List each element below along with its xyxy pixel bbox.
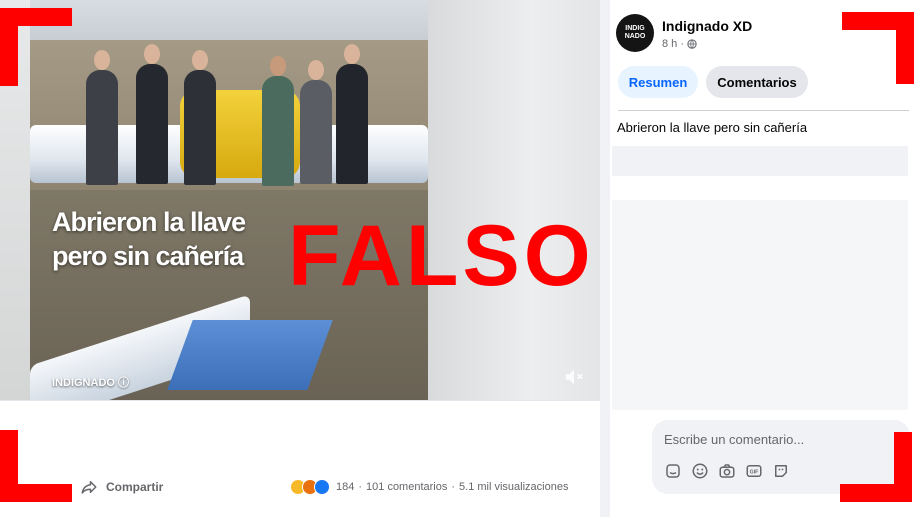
video-person — [300, 60, 332, 184]
video-stage — [167, 320, 333, 390]
share-button[interactable]: Compartir — [80, 476, 163, 498]
share-label: Compartir — [106, 480, 164, 494]
video-person — [336, 44, 368, 184]
comment-input[interactable]: Escribe un comentario... — [664, 432, 804, 447]
video-caption-line2: pero sin cañería — [52, 241, 244, 271]
camera-icon[interactable] — [718, 462, 736, 480]
stats-separator: · — [451, 481, 456, 493]
post-text: Abrieron la llave pero sin cañería — [617, 120, 808, 135]
avatar-text: INDIG NADO — [624, 25, 646, 40]
video-caption: Abrieron la llave pero sin cañería — [52, 205, 246, 273]
video-caption-line1: Abrieron la llave — [52, 207, 246, 237]
video-person — [262, 56, 294, 186]
post-footer-bar — [0, 400, 600, 517]
tab-resumen[interactable]: Resumen — [618, 66, 698, 98]
post-stats: 184 · 101 comentarios · 5.1 mil visualiz… — [290, 478, 568, 496]
video-person — [136, 44, 168, 184]
globe-icon — [687, 39, 697, 49]
screenshot-root: Abrieron la llave pero sin cañería INDIG… — [0, 0, 919, 517]
post-time-text[interactable]: 8 h · — [662, 38, 684, 50]
media-blur-right — [428, 0, 600, 400]
avatar-sticker-icon[interactable] — [772, 462, 790, 480]
post-timestamp: 8 h · — [662, 38, 697, 50]
page-name[interactable]: Indignado XD — [662, 18, 752, 34]
tab-comentarios[interactable]: Comentarios — [706, 66, 808, 98]
video-person — [86, 50, 118, 185]
comment-toolbar: GIF — [664, 462, 790, 480]
stats-separator: · — [358, 481, 363, 493]
corner-bracket-top-right — [842, 12, 914, 84]
gif-icon[interactable]: GIF — [745, 462, 763, 480]
content-placeholder — [612, 146, 908, 176]
corner-bracket-top-left — [0, 8, 72, 86]
like-reaction-icon — [314, 479, 330, 495]
view-count: 5.1 mil visualizaciones — [459, 481, 569, 493]
falso-verdict-label: FALSO — [288, 208, 595, 304]
reaction-count[interactable]: 184 — [336, 481, 354, 493]
corner-bracket-bottom-right — [840, 432, 912, 502]
video-person — [184, 50, 216, 185]
svg-text:GIF: GIF — [750, 470, 760, 476]
emoji-icon[interactable] — [691, 462, 709, 480]
comment-count[interactable]: 101 comentarios — [366, 481, 447, 493]
share-arrow-icon — [81, 481, 97, 494]
video-watermark: INDIGNADO ⓘ — [52, 377, 129, 389]
sticker-icon[interactable] — [664, 462, 682, 480]
page-avatar[interactable]: INDIG NADO — [616, 14, 654, 52]
reaction-icons[interactable] — [290, 479, 330, 495]
corner-bracket-bottom-left — [0, 430, 72, 502]
divider — [618, 110, 909, 111]
content-placeholder — [612, 200, 908, 410]
volume-icon[interactable] — [563, 366, 585, 388]
video-player[interactable]: Abrieron la llave pero sin cañería INDIG… — [30, 0, 428, 400]
